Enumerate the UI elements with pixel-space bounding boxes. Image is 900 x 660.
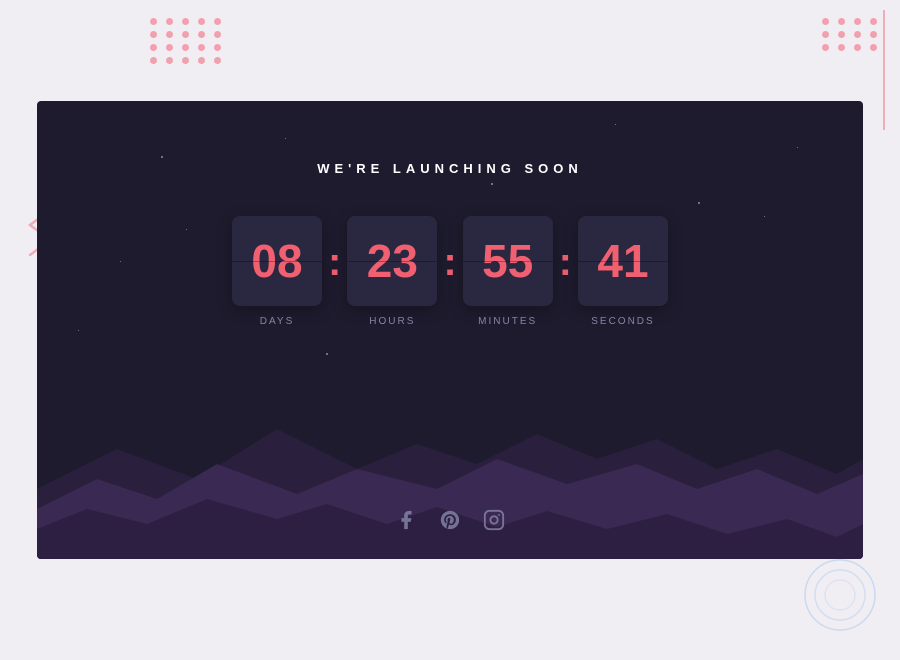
decorative-dots-topright xyxy=(822,18,880,51)
countdown-seconds: 41 SECONDS xyxy=(578,216,668,327)
hours-value: 23 xyxy=(367,238,418,284)
days-value: 08 xyxy=(251,238,302,284)
colon-1: : xyxy=(328,240,341,285)
countdown-days: 08 DAYS xyxy=(232,216,322,327)
countdown-minutes: 55 MINUTES xyxy=(463,216,553,327)
countdown-days-box: 08 xyxy=(232,216,322,306)
headline: WE'RE LAUNCHING SOON xyxy=(317,161,583,176)
countdown-hours-box: 23 xyxy=(347,216,437,306)
countdown-hours: 23 HOURS xyxy=(347,216,437,327)
days-label: DAYS xyxy=(260,316,295,327)
minutes-value: 55 xyxy=(482,238,533,284)
decorative-circles-bottomright xyxy=(800,555,880,640)
instagram-icon[interactable] xyxy=(483,509,505,531)
facebook-icon[interactable] xyxy=(395,509,417,531)
mountain-decoration xyxy=(37,399,863,559)
pinterest-icon[interactable] xyxy=(439,509,461,531)
seconds-label: SECONDS xyxy=(591,316,654,327)
colon-2: : xyxy=(443,240,456,285)
countdown-minutes-box: 55 xyxy=(463,216,553,306)
social-icons-row xyxy=(37,509,863,531)
countdown-seconds-box: 41 xyxy=(578,216,668,306)
decorative-dots-topleft xyxy=(150,18,224,64)
minutes-label: MINUTES xyxy=(478,316,537,327)
main-card: WE'RE LAUNCHING SOON 08 DAYS : 23 HOURS … xyxy=(37,101,863,559)
seconds-value: 41 xyxy=(597,238,648,284)
card-content: WE'RE LAUNCHING SOON 08 DAYS : 23 HOURS … xyxy=(232,101,668,327)
countdown-timer: 08 DAYS : 23 HOURS : 55 MINUTES : xyxy=(232,216,668,327)
decorative-line-right xyxy=(883,10,885,130)
hours-label: HOURS xyxy=(369,316,415,327)
colon-3: : xyxy=(559,240,572,285)
